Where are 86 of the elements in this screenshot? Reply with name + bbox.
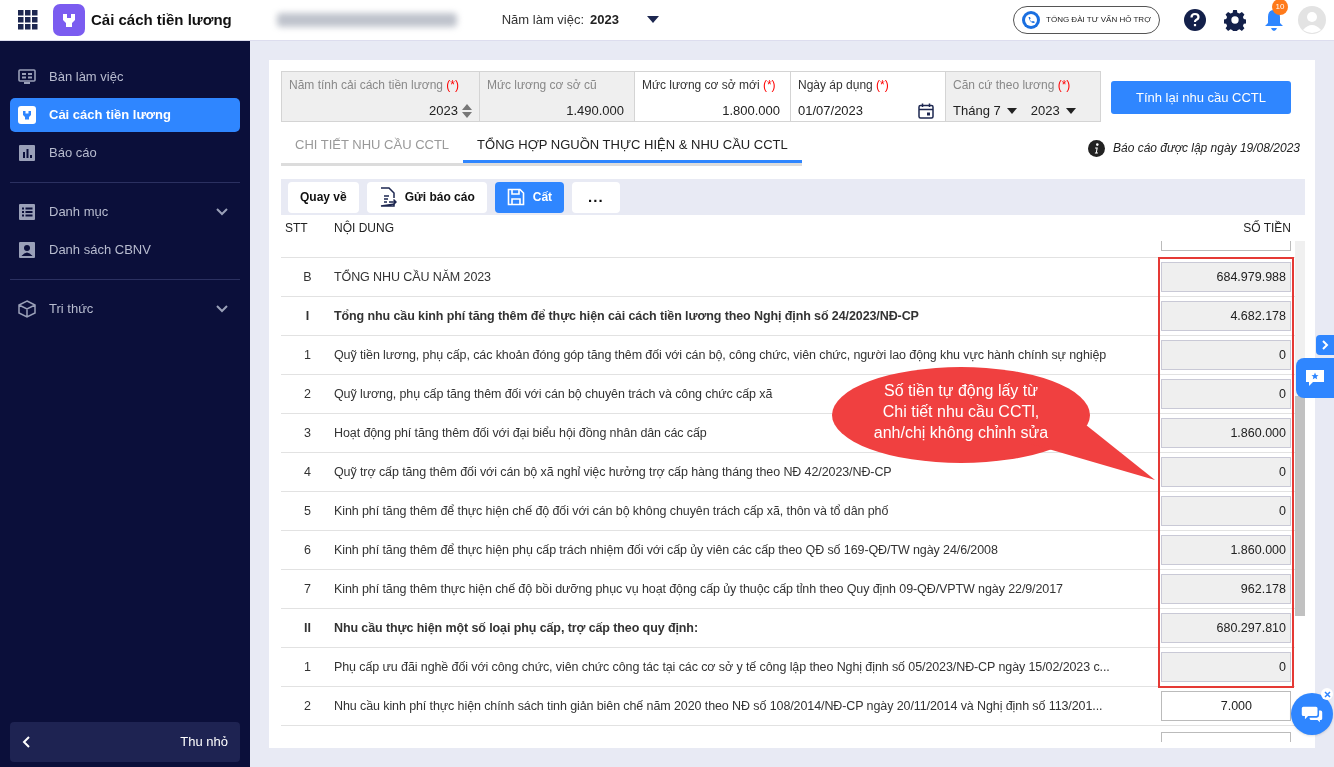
row-number: 7 [303,580,312,598]
row-number: B [302,268,313,286]
chevron-down-icon [216,305,228,313]
row-description: Nhu cầu thực hiện một số loại phụ cấp, trợ cấp theo quy định: [334,619,698,637]
sidebar-item[interactable]: Danh mục [10,195,240,229]
apps-grid-icon[interactable] [18,10,38,30]
scrollbar[interactable] [1295,241,1305,616]
amount-field: 0 [1161,340,1291,370]
calendar-icon[interactable] [918,102,934,119]
star-message-icon [1305,369,1325,387]
row-number: 1 [303,658,312,676]
toolbar-button[interactable]: Quay về [288,181,359,213]
row-number: 2 [303,697,312,715]
wrench-icon [18,106,36,124]
chat-bubbles-icon [1301,704,1323,724]
row-description: Quỹ lương, phụ cấp tăng thêm đối với cán bộ chuyên trách và công chức cấp xã [334,385,773,403]
list-icon [18,203,36,221]
amount-field[interactable] [1161,241,1291,251]
amount-field: 1.860.000 [1161,535,1291,565]
info-icon [1088,139,1105,157]
chevron-right-icon [1321,340,1329,350]
chevron-down-icon [216,208,228,216]
monitor-icon [18,68,36,86]
row-number: II [303,619,312,637]
row-number: 6 [303,541,312,559]
amount-field: 0 [1161,457,1291,487]
amount-field: 0 [1161,652,1291,682]
phone-icon [1022,11,1041,29]
recalculate-button[interactable]: Tính lại nhu cầu CCTL [1111,81,1291,114]
row-description: TỔNG NHU CẦU NĂM 2023 [334,268,491,286]
amount-field: 1.860.000 [1161,418,1291,448]
sidebar-item[interactable]: Danh sách CBNV [10,233,240,267]
document-arrow-icon [378,187,397,207]
row-description: Quỹ trợ cấp tăng thêm đối với cán bộ xã nghỉ việc hưởng trợ cấp hàng tháng theo NĐ 42/2023/NĐ-CP [334,463,892,481]
more-button[interactable]: ... [572,181,620,213]
notification-badge: 10 [1272,0,1288,15]
row-number: 5 [303,502,312,520]
row-description: Phụ cấp ưu đãi nghề đối với công chức, viên chức công tác tại các cơ sở y tế công lập theo Nghị định số 05/2023/NĐ-CP ngày 15/02/2023 c... [334,658,1110,676]
year-value: 2023 [590,11,619,30]
amount-field: 4.682.178 [1161,301,1291,331]
amount-field: 684.979.988 [1161,262,1291,292]
sidebar-item[interactable]: Báo cáo [10,136,240,170]
row-description: Nhu cầu kinh phí thực hiện chính sách tinh giản biên chế năm 2020 theo NĐ số 108/2014/NĐ-CP ngày 20/11/2014 và Nghị định số 113/201... [334,697,1103,715]
expand-panel-button[interactable] [1316,335,1334,355]
column-header: NỘI DUNG [334,219,395,237]
form-field[interactable]: Ngày áp dụng (*) 01/07/2023 [790,71,946,122]
bar-chart-icon [18,144,36,162]
row-description: Hoạt động phí tăng thêm đối với đại biểu hội đồng nhân dân các cấp [334,424,707,442]
amount-field: 0 [1161,496,1291,526]
row-description: Kinh phí tăng thêm thực hiện chế độ bồi dưỡng phục vụ hoạt động cấp ủy thuộc cấp tỉnh theo Quy định 09-QĐ/VPTW ngày 22/9/2017 [334,580,1063,598]
amount-field[interactable]: 7.000 [1161,691,1291,721]
toolbar-button[interactable]: Cất [494,181,565,213]
row-description: Kinh phí tăng thêm để thực hiện phụ cấp trách nhiệm đối với cấp ủy viên các cấp theo QĐ số 169-QĐ/TW ngày 24/6/2008 [334,541,998,559]
sidebar-item[interactable]: Bàn làm việc [10,60,240,94]
year-label: Năm làm việc: [501,11,585,30]
report-date-note: Báo cáo được lập ngày 19/08/2023 [1113,140,1300,157]
person-icon [18,241,36,259]
app-title: Cải cách tiền lương [91,9,232,30]
caret-down-icon[interactable] [647,16,659,24]
collapse-button[interactable]: Thu nhỏ [10,722,240,762]
sidebar-item[interactable]: Cải cách tiền lương [10,98,240,132]
chevron-left-icon [22,736,30,748]
amount-field: 680.297.810 [1161,613,1291,643]
row-number: 1 [303,346,312,364]
row-number: 3 [303,424,312,442]
settings-icon[interactable] [1224,9,1246,31]
toolbar-button[interactable]: Gửi báo cáo [366,181,487,213]
feedback-button[interactable] [1296,358,1334,398]
close-icon[interactable] [1321,688,1333,700]
form-field[interactable]: Mức lương cơ sở mới (*) 1.800.000 [634,71,791,122]
row-number: I [304,307,311,325]
amount-field: 0 [1161,379,1291,409]
tab[interactable]: TỔNG HỢP NGUỒN THỰC HIỆN & NHU CẦU CCTL [463,130,802,163]
help-icon[interactable] [1184,9,1206,31]
column-header: STT [284,220,309,237]
row-description: Kinh phí tăng thêm để thực hiện chế độ đối với cán bộ không chuyên trách cấp xã, thôn và tổ dân phố [334,502,889,520]
row-description: Tổng nhu cầu kinh phí tăng thêm để thực hiện cải cách tiền lương theo Nghị định số 24/2023/NĐ-CP [334,307,919,325]
row-number: 4 [303,463,312,481]
sidebar-item[interactable]: Tri thức [10,292,240,326]
amount-field: 962.178 [1161,574,1291,604]
column-header: SỐ TIỀN [1242,219,1291,237]
app-logo-icon [53,4,85,36]
row-description: Quỹ tiền lương, phụ cấp, các khoản đóng góp tăng thêm đối với cán bộ, công chức, viên chức, người lao động khu vực hành chính sự nghiệp [334,346,1107,364]
row-number: 2 [303,385,312,403]
amount-field[interactable] [1161,732,1291,742]
cube-icon [18,300,36,318]
